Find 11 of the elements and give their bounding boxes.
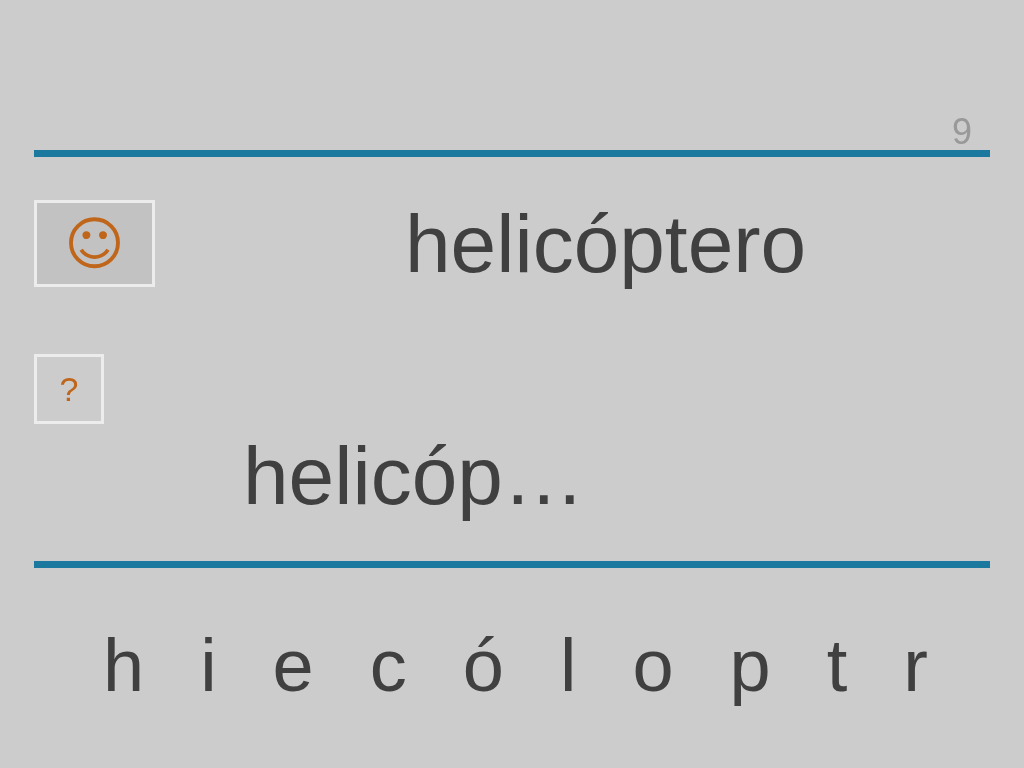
answer-text: helicóp…	[243, 429, 586, 523]
letter-tile[interactable]: r	[903, 626, 928, 706]
letter-tile[interactable]: p	[729, 626, 771, 706]
letter-tile[interactable]: e	[272, 626, 314, 706]
letter-tile[interactable]: o	[632, 626, 674, 706]
letter-tile[interactable]: t	[826, 626, 848, 706]
letter-tile[interactable]: l	[559, 626, 577, 706]
letter-tile[interactable]: c	[369, 626, 407, 706]
letter-tile[interactable]: h	[103, 626, 145, 706]
letter-tile[interactable]: ó	[462, 626, 504, 706]
letter-tile[interactable]: i	[200, 626, 217, 706]
